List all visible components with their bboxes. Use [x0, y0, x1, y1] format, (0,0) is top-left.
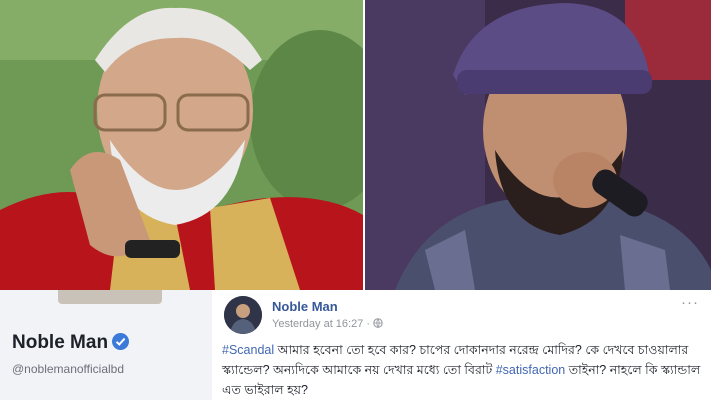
verified-badge-icon — [112, 333, 130, 350]
facebook-post: Noble Man Yesterday at 16:27 · ··· #Scan… — [216, 290, 711, 400]
profile-card: Noble Man @noblemanofficialbd — [0, 290, 212, 400]
post-timestamp-text[interactable]: Yesterday at 16:27 · — [272, 318, 373, 330]
post-author-avatar[interactable] — [224, 296, 262, 334]
post-hashtag-scandal[interactable]: #Scandal — [222, 343, 274, 357]
profile-name-text[interactable]: Noble Man — [12, 332, 108, 353]
post-hashtag-satisfaction[interactable]: #satisfaction — [496, 363, 565, 377]
post-body-text: #Scandal আমার হবেনা তো হবে কার? চাপের দো… — [222, 340, 707, 400]
profile-avatar[interactable] — [58, 290, 162, 304]
post-options-menu-icon[interactable]: ··· — [681, 294, 699, 311]
post-author-name[interactable]: Noble Man — [272, 299, 338, 314]
photo-left — [0, 0, 363, 290]
post-timestamp[interactable]: Yesterday at 16:27 · — [272, 318, 383, 330]
profile-handle[interactable]: @noblemanofficialbd — [12, 362, 124, 376]
photo-right — [365, 0, 711, 290]
globe-icon — [373, 318, 383, 330]
profile-name[interactable]: Noble Man — [12, 332, 130, 354]
